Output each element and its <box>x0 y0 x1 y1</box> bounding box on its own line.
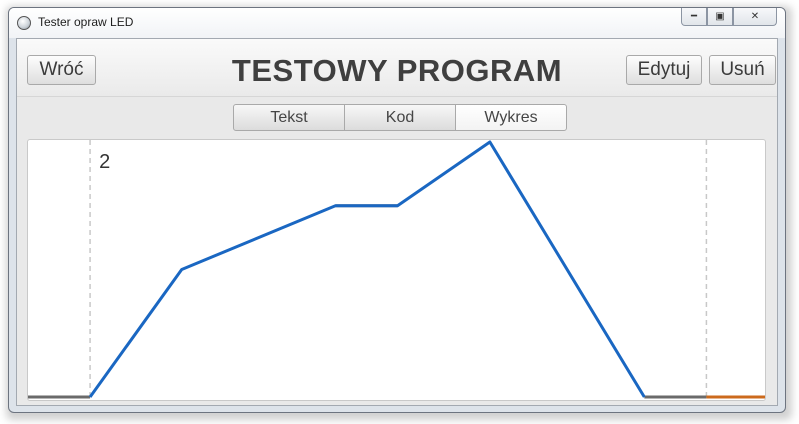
window-controls: ━ ▣ ✕ <box>681 8 777 27</box>
tab-wykres[interactable]: Wykres <box>455 104 567 131</box>
minimize-icon: ━ <box>690 11 698 22</box>
view-tabs: Tekst Kod Wykres <box>233 104 567 131</box>
series-line-0 <box>88 140 646 398</box>
window-title: Tester opraw LED <box>38 15 134 29</box>
series-lines <box>88 140 646 398</box>
program-chart: 2 <box>28 140 765 400</box>
close-button[interactable]: ✕ <box>733 8 777 26</box>
app-globe-icon <box>17 16 31 30</box>
client-area: Wróć TESTOWY PROGRAM Edytuj Usuń Tekst K… <box>16 38 778 406</box>
maximize-button[interactable]: ▣ <box>707 8 733 26</box>
close-icon: ✕ <box>750 11 760 22</box>
flat-segments <box>28 204 765 399</box>
tab-tekst[interactable]: Tekst <box>233 104 345 131</box>
segment-label: 2 <box>99 151 110 173</box>
tab-kod[interactable]: Kod <box>344 104 456 131</box>
app-window: Tester opraw LED ━ ▣ ✕ Wróć TESTOWY PROG… <box>8 7 786 413</box>
maximize-icon: ▣ <box>715 11 725 22</box>
edit-button[interactable]: Edytuj <box>626 55 702 85</box>
header-bar: Wróć TESTOWY PROGRAM Edytuj Usuń <box>17 39 777 97</box>
minimize-button[interactable]: ━ <box>681 8 707 26</box>
delete-button[interactable]: Usuń <box>709 55 776 85</box>
chart-panel: 2 <box>27 139 766 401</box>
title-bar[interactable]: Tester opraw LED ━ ▣ ✕ <box>9 8 785 38</box>
